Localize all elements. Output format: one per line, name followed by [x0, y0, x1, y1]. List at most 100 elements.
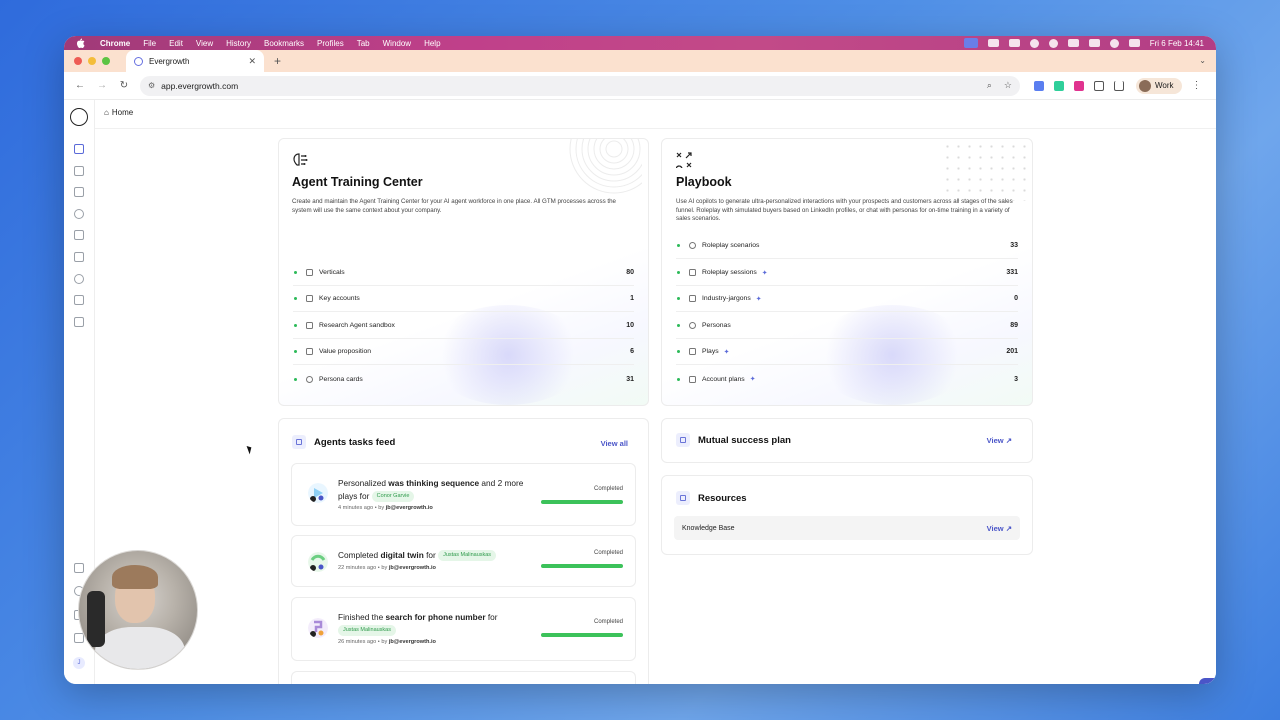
playbook-title: Playbook: [676, 175, 732, 189]
list-item-roleplay-sessions[interactable]: Roleplay sessions ✦ 331: [676, 260, 1018, 286]
task-item-3[interactable]: Finished the search for phone number for…: [291, 597, 636, 661]
ai-sparkle-icon: ✦: [761, 269, 768, 277]
task-progress-bar: [541, 500, 623, 504]
task-status: Completed: [593, 550, 623, 556]
task-item-4[interactable]: [291, 671, 636, 684]
macos-menubar: Chrome File Edit View History Bookmarks …: [64, 36, 1216, 50]
clipboard-check-icon[interactable]: [74, 295, 84, 305]
forward-icon[interactable]: →: [94, 80, 110, 91]
audio-icon[interactable]: [1008, 39, 1020, 47]
support-chat-button[interactable]: [1199, 678, 1216, 684]
menu-bookmarks[interactable]: Bookmarks: [264, 39, 304, 48]
row-count: 89: [1010, 322, 1018, 329]
address-bar[interactable]: ⚙ app.evergrowth.com ⌕ ☆: [140, 75, 1020, 96]
zoom-icon[interactable]: ⌕: [987, 80, 992, 91]
list-item-value-proposition[interactable]: Value proposition 6: [293, 339, 634, 365]
person-tag[interactable]: Conor Garvie: [371, 491, 415, 503]
arc-icon[interactable]: [1048, 38, 1058, 48]
control-center-icon[interactable]: [1128, 39, 1140, 47]
users-icon[interactable]: [74, 274, 84, 284]
profile-button[interactable]: Work: [1136, 77, 1182, 94]
apple-icon[interactable]: [76, 38, 86, 48]
briefcase-icon[interactable]: [74, 187, 84, 197]
evergrowth-logo-icon[interactable]: [70, 108, 88, 126]
ai-sparkle-icon: ✦: [755, 295, 762, 303]
row-label: Persona cards: [319, 375, 363, 383]
mutual-success-header: Mutual success plan: [676, 433, 791, 447]
back-icon[interactable]: ←: [72, 80, 88, 91]
menu-window[interactable]: Window: [383, 39, 411, 48]
breadcrumb[interactable]: ⌂ Home: [104, 108, 133, 117]
status-dot: [294, 350, 297, 353]
presenter-hair: [112, 565, 158, 589]
ai-sparkle-icon: ✦: [749, 376, 756, 383]
brain-icon[interactable]: [74, 166, 84, 176]
building-icon[interactable]: [74, 252, 84, 262]
list-item-industry-jargons[interactable]: Industry-jargons ✦ 0: [676, 286, 1018, 312]
download-icon[interactable]: [1114, 80, 1124, 91]
search-icon[interactable]: [1109, 38, 1119, 48]
site-settings-icon[interactable]: ⚙: [148, 81, 155, 90]
user-avatar[interactable]: J: [73, 657, 85, 669]
list-item-plays[interactable]: Plays ✦ 201: [676, 339, 1018, 365]
puzzle-icon[interactable]: [1094, 80, 1104, 91]
tab-evergrowth[interactable]: Evergrowth ✕: [126, 50, 264, 72]
microphone-icon: [87, 591, 105, 647]
breadcrumb-home[interactable]: Home: [112, 108, 133, 117]
menu-profiles[interactable]: Profiles: [317, 39, 344, 48]
close-tab-icon[interactable]: ✕: [248, 56, 256, 67]
view-all-link[interactable]: View all: [601, 439, 628, 448]
home-icon[interactable]: [74, 144, 84, 154]
row-label: Plays: [702, 348, 719, 355]
clock[interactable]: Fri 6 Feb 14:41: [1150, 39, 1204, 48]
bookmark-star-icon[interactable]: ☆: [1004, 80, 1012, 91]
list-item-research-agent-sandbox[interactable]: Research Agent sandbox 10: [293, 313, 634, 339]
task-item-2[interactable]: Completed digital twin for Justas Malina…: [291, 535, 636, 587]
menu-tab[interactable]: Tab: [357, 39, 370, 48]
screen-share-icon[interactable]: [963, 38, 978, 48]
menu-view[interactable]: View: [196, 39, 213, 48]
clipboard-icon[interactable]: [74, 317, 84, 327]
menu-edit[interactable]: Edit: [169, 39, 183, 48]
url-text[interactable]: app.evergrowth.com: [161, 81, 238, 91]
target-icon[interactable]: [74, 209, 84, 219]
bolt-icon[interactable]: [1029, 38, 1039, 48]
list-item-verticals[interactable]: Verticals 80: [293, 260, 634, 286]
resource-item-knowledge-base[interactable]: Knowledge Base View ↗: [674, 516, 1020, 540]
menu-history[interactable]: History: [226, 39, 251, 48]
battery-icon[interactable]: [1067, 39, 1079, 47]
person-tag[interactable]: Justas Malinauskas: [338, 625, 396, 637]
webcam-overlay: [78, 550, 198, 670]
extension-2-icon[interactable]: [1054, 80, 1064, 91]
new-tab-icon[interactable]: +: [274, 54, 281, 68]
playbook-icon[interactable]: [74, 230, 84, 240]
camera-icon[interactable]: [987, 39, 999, 47]
extension-3-icon[interactable]: [1074, 80, 1084, 91]
session-icon: [689, 269, 696, 276]
wifi-icon[interactable]: [1088, 39, 1100, 47]
resource-view-link[interactable]: View ↗: [987, 524, 1012, 533]
task-item-1[interactable]: Personalized was thinking sequence and 2…: [291, 463, 636, 526]
menu-file[interactable]: File: [143, 39, 156, 48]
mutual-success-view-link[interactable]: View ↗: [987, 436, 1012, 445]
more-menu-icon[interactable]: ⋮: [1192, 80, 1202, 91]
maximize-window-button[interactable]: [102, 57, 110, 65]
list-item-persona-cards[interactable]: Persona cards 31: [293, 366, 634, 392]
row-count: 3: [1014, 375, 1018, 383]
menu-app-name[interactable]: Chrome: [100, 39, 130, 48]
minimize-window-button[interactable]: [88, 57, 96, 65]
tab-search-chevron-icon[interactable]: ⌄: [1199, 56, 1206, 65]
list-item-account-plans[interactable]: Account plans ✦ 3: [676, 366, 1018, 392]
reload-icon[interactable]: ↻: [116, 80, 132, 91]
integrations-icon[interactable]: [74, 563, 84, 573]
task-progress-bar: [541, 564, 623, 568]
list-item-key-accounts[interactable]: Key accounts 1: [293, 286, 634, 312]
list-item-roleplay-scenarios[interactable]: Roleplay scenarios 33: [676, 233, 1018, 259]
extension-1-icon[interactable]: [1034, 80, 1044, 91]
close-window-button[interactable]: [74, 57, 82, 65]
list-item-personas[interactable]: Personas 89: [676, 313, 1018, 339]
person-tag[interactable]: Justas Malinauskas: [438, 550, 497, 562]
menu-help[interactable]: Help: [424, 39, 440, 48]
mutual-success-plan-card[interactable]: Mutual success plan View ↗: [661, 418, 1033, 463]
tab-title: Evergrowth: [149, 56, 190, 66]
